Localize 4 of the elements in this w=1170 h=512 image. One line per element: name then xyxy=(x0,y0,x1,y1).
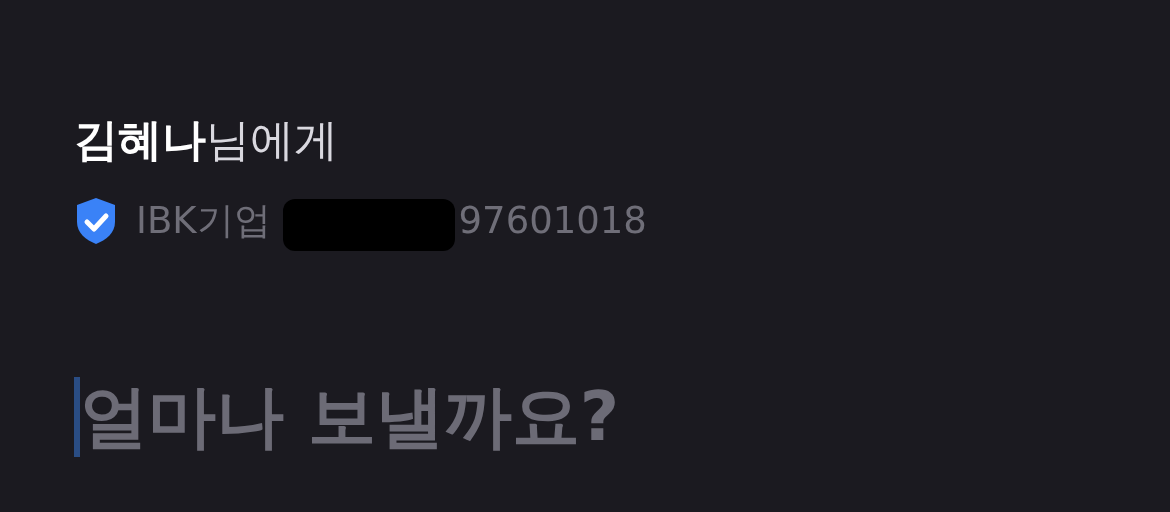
amount-input-field[interactable]: 얼마나 보낼까요? xyxy=(80,377,880,457)
account-number: 97601018 xyxy=(458,198,647,243)
bank-name: IBK기업 xyxy=(136,198,271,243)
recipient-name: 김혜나님에게 xyxy=(74,114,338,167)
